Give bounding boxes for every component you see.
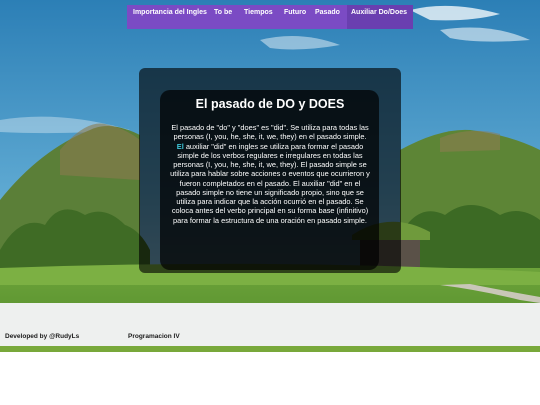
nav-link-tiempos[interactable]: Tiempos	[238, 5, 278, 17]
nav-link-to-be[interactable]: To be	[208, 5, 238, 17]
page-footer: Developed by @RudyLs Programacion IV	[0, 303, 540, 346]
footer-course-name: Programacion IV	[128, 333, 180, 340]
highlighted-word: El	[176, 141, 184, 151]
paragraph-did-usage-text: auxiliar "did" en ingles se utiliza para…	[170, 141, 370, 225]
paragraph-did-definition: El pasado de "do" y "does" es "did". Se …	[171, 123, 369, 142]
content-body: El pasado de "do" y "does" es "did". Se …	[168, 123, 372, 225]
nav-link-futuro[interactable]: Futuro	[278, 5, 309, 17]
nav-link-pasado[interactable]: Pasado	[309, 5, 347, 17]
nav-link-auxiliar-do-does[interactable]: Auxiliar Do/Does	[347, 5, 413, 29]
paragraph-did-usage: El auxiliar "did" en ingles se utiliza p…	[168, 142, 372, 225]
page-title: El pasado de DO y DOES	[195, 97, 345, 111]
nav-link-importancia-del-ingles[interactable]: Importancia del Ingles	[127, 5, 208, 17]
top-navigation-bar: Importancia del Ingles To be Tiempos Fut…	[127, 5, 413, 29]
footer-developer-credit: Developed by @RudyLs	[5, 333, 80, 340]
bottom-grass-strip	[0, 346, 540, 352]
